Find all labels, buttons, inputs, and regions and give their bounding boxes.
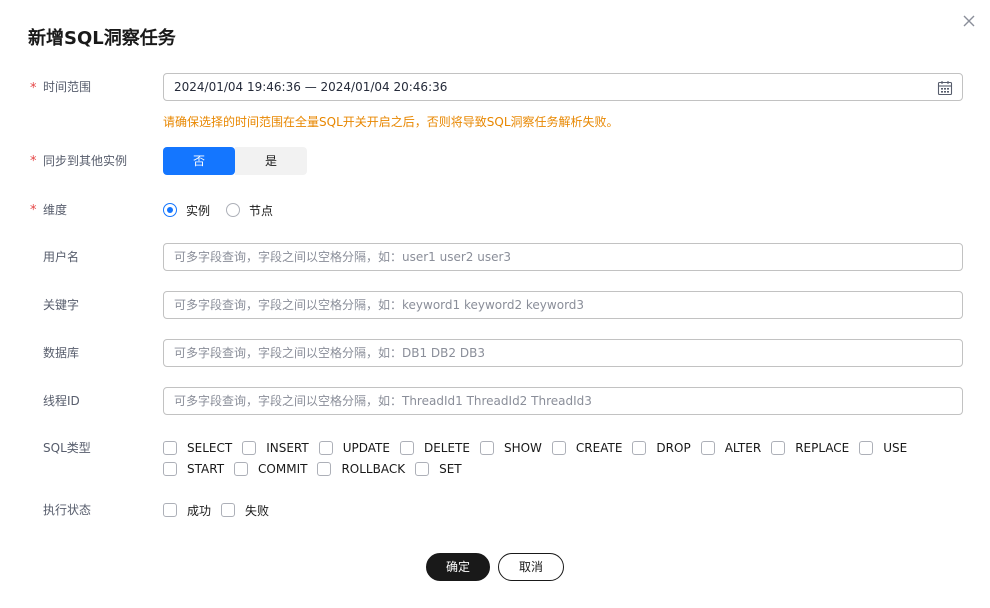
checkbox-failure-label[interactable]: 失败	[245, 502, 269, 519]
sync-option-yes[interactable]: 是	[235, 147, 307, 175]
checkbox-show-label[interactable]: SHOW	[504, 441, 542, 455]
keyword-label: 关键字	[43, 298, 80, 312]
row-exec-status: 执行状态 成功 失败	[0, 502, 990, 518]
checkbox-start[interactable]	[163, 462, 177, 476]
row-sync: * 同步到其他实例 否 是	[0, 147, 990, 175]
thread-id-input[interactable]	[163, 387, 963, 415]
row-username: 用户名	[0, 243, 990, 271]
dialog-title: 新增SQL洞察任务	[28, 28, 176, 49]
username-input[interactable]	[163, 243, 963, 271]
username-label: 用户名	[43, 250, 80, 264]
radio-node[interactable]	[226, 203, 241, 217]
checkbox-success-label[interactable]: 成功	[187, 502, 211, 519]
dimension-radio-group: 实例 节点	[163, 202, 289, 218]
checkbox-commit-label[interactable]: COMMIT	[258, 462, 307, 476]
checkbox-replace-label[interactable]: REPLACE	[795, 441, 849, 455]
required-mark: *	[30, 203, 37, 218]
sql-type-label: SQL类型	[43, 441, 91, 455]
checkbox-drop[interactable]	[632, 441, 647, 455]
cancel-button[interactable]: 取消	[498, 553, 564, 581]
checkbox-update-label[interactable]: UPDATE	[343, 441, 390, 455]
row-dimension: * 维度 实例 节点	[0, 202, 990, 218]
time-range-warning: 请确保选择的时间范围在全量SQL开关开启之后，否则将导致SQL洞察任务解析失败。	[163, 115, 619, 129]
thread-id-label: 线程ID	[43, 394, 80, 408]
time-range-value: 2024/01/04 19:46:36 — 2024/01/04 20:46:3…	[174, 80, 448, 94]
row-database: 数据库	[0, 339, 990, 367]
close-icon	[963, 15, 975, 27]
time-range-picker[interactable]: 2024/01/04 19:46:36 — 2024/01/04 20:46:3…	[163, 73, 963, 101]
required-mark: *	[30, 81, 37, 96]
checkbox-failure[interactable]	[221, 503, 236, 517]
database-label: 数据库	[43, 346, 80, 360]
checkbox-use-label[interactable]: USE	[883, 441, 907, 455]
checkbox-create-label[interactable]: CREATE	[576, 441, 623, 455]
time-range-label: 时间范围	[43, 80, 92, 94]
row-sql-type: SQL类型 SELECT INSERT UPDATE DELETE SHOW C…	[0, 440, 990, 480]
checkbox-delete-label[interactable]: DELETE	[424, 441, 470, 455]
close-button[interactable]	[958, 10, 980, 32]
sync-label: 同步到其他实例	[43, 154, 128, 168]
row-keyword: 关键字	[0, 291, 990, 319]
checkbox-insert[interactable]	[242, 441, 257, 455]
radio-instance-label[interactable]: 实例	[186, 202, 210, 219]
checkbox-show[interactable]	[479, 441, 494, 455]
checkbox-start-label[interactable]: START	[187, 462, 224, 476]
row-time-range: * 时间范围 2024/01/04 19:46:36 — 2024/01/04 …	[0, 73, 990, 133]
checkbox-create[interactable]	[551, 441, 566, 455]
exec-status-label: 执行状态	[43, 503, 92, 517]
checkbox-select[interactable]	[163, 441, 177, 455]
sync-segmented: 否 是	[163, 147, 307, 175]
checkbox-alter-label[interactable]: ALTER	[725, 441, 762, 455]
checkbox-commit[interactable]	[234, 462, 249, 476]
calendar-icon[interactable]	[937, 80, 953, 96]
required-mark: *	[30, 154, 37, 169]
keyword-input[interactable]	[163, 291, 963, 319]
checkbox-rollback[interactable]	[317, 462, 332, 476]
dimension-label: 维度	[43, 203, 68, 217]
sync-option-no[interactable]: 否	[163, 147, 235, 175]
sql-type-line-1: SELECT INSERT UPDATE DELETE SHOW CREATE …	[163, 440, 917, 456]
sql-type-checkbox-group: SELECT INSERT UPDATE DELETE SHOW CREATE …	[163, 440, 917, 477]
checkbox-delete[interactable]	[399, 441, 414, 455]
checkbox-replace[interactable]	[771, 441, 786, 455]
confirm-button[interactable]: 确定	[426, 553, 490, 581]
checkbox-set[interactable]	[415, 462, 430, 476]
database-input[interactable]	[163, 339, 963, 367]
checkbox-success[interactable]	[163, 503, 177, 517]
checkbox-insert-label[interactable]: INSERT	[266, 441, 309, 455]
checkbox-set-label[interactable]: SET	[439, 462, 462, 476]
sql-type-line-2: START COMMIT ROLLBACK SET	[163, 461, 917, 477]
exec-status-checkbox-group: 成功 失败	[163, 502, 279, 518]
checkbox-alter[interactable]	[700, 441, 715, 455]
checkbox-select-label[interactable]: SELECT	[187, 441, 232, 455]
radio-node-label[interactable]: 节点	[249, 202, 273, 219]
checkbox-drop-label[interactable]: DROP	[656, 441, 690, 455]
row-thread-id: 线程ID	[0, 387, 990, 415]
checkbox-use[interactable]	[859, 441, 874, 455]
checkbox-update[interactable]	[318, 441, 333, 455]
checkbox-rollback-label[interactable]: ROLLBACK	[341, 462, 405, 476]
radio-instance[interactable]	[163, 203, 177, 217]
